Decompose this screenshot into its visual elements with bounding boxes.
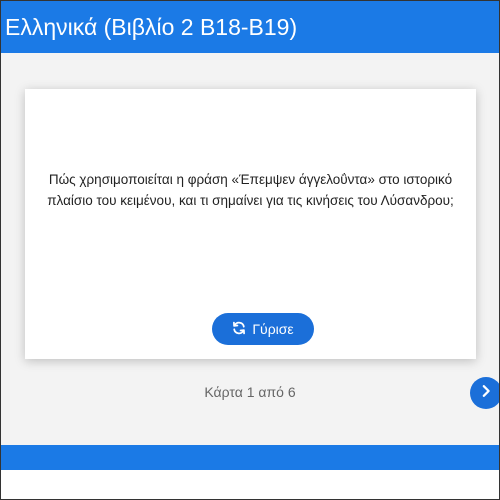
header-bar: Ελληνικά (Βιβλίο 2 Β18-Β19)	[1, 1, 499, 53]
flashcard-question: Πώς χρησιμοποιείται η φράση «Έπεμψεν άγγ…	[47, 172, 454, 208]
page-title: Ελληνικά (Βιβλίο 2 Β18-Β19)	[5, 14, 298, 40]
refresh-icon	[232, 321, 246, 338]
flip-button[interactable]: Γύρισε	[212, 313, 314, 345]
flashcard: Πώς χρησιμοποιείται η φράση «Έπεμψεν άγγ…	[25, 89, 476, 359]
footer-bar	[1, 445, 499, 470]
chevron-right-icon	[479, 384, 493, 403]
footer-area	[1, 470, 499, 499]
flashcard-app: Ελληνικά (Βιβλίο 2 Β18-Β19) Πώς χρησιμοπ…	[0, 0, 500, 500]
next-card-button[interactable]	[470, 377, 499, 409]
card-counter: Κάρτα 1 από 6	[204, 384, 296, 400]
flip-button-label: Γύρισε	[252, 321, 294, 337]
